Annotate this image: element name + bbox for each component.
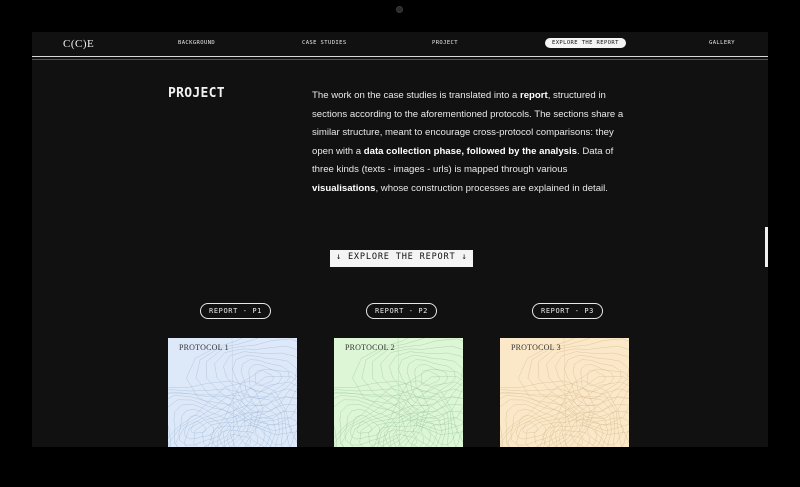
camera-dot	[396, 6, 403, 13]
screen: C(C)E BACKGROUND CASE STUDIES PROJECT EX…	[32, 32, 768, 447]
page-title: PROJECT	[168, 86, 225, 101]
intro-bold-visualisations: visualisations	[312, 182, 376, 194]
nav-item-background[interactable]: BACKGROUND	[178, 40, 215, 46]
protocol-3-card[interactable]: PROTOCOL 3	[500, 338, 629, 447]
device-bezel: C(C)E BACKGROUND CASE STUDIES PROJECT EX…	[0, 0, 800, 487]
intro-text-1: The work on the case studies is translat…	[312, 90, 520, 101]
intro-bold-report: report	[519, 90, 548, 101]
protocol-1-label: PROTOCOL 1	[179, 343, 229, 352]
protocol-1-card[interactable]: PROTOCOL 1	[168, 338, 297, 447]
nav-item-explore-the-report[interactable]: EXPLORE THE REPORT	[545, 38, 626, 48]
nav-item-case-studies[interactable]: CASE STUDIES	[302, 40, 347, 46]
nav-item-project[interactable]: PROJECT	[432, 40, 458, 46]
scrollbar-thumb[interactable]	[765, 227, 768, 267]
report-p1-button[interactable]: REPORT - P1	[200, 303, 271, 319]
contour-map-image	[500, 338, 629, 447]
protocol-2-card[interactable]: PROTOCOL 2	[334, 338, 463, 447]
explore-report-button[interactable]: ↓ EXPLORE THE REPORT ↓	[330, 250, 474, 267]
protocol-2-label: PROTOCOL 2	[345, 343, 395, 352]
top-navigation: C(C)E BACKGROUND CASE STUDIES PROJECT EX…	[32, 32, 768, 57]
protocol-3-label: PROTOCOL 3	[511, 343, 561, 352]
intro-bold-data-collection: data collection phase, followed by the a…	[363, 145, 578, 157]
contour-map-image	[334, 338, 463, 447]
intro-text-4: , whose construction processes are expla…	[375, 182, 608, 194]
report-p2-button[interactable]: REPORT - P2	[366, 303, 437, 319]
report-p3-button[interactable]: REPORT - P3	[532, 303, 603, 319]
site-logo[interactable]: C(C)E	[63, 38, 94, 50]
contour-map-image	[168, 338, 297, 447]
nav-divider	[32, 59, 768, 60]
nav-item-gallery[interactable]: GALLERY	[709, 40, 735, 46]
project-intro: The work on the case studies is translat…	[312, 87, 634, 199]
